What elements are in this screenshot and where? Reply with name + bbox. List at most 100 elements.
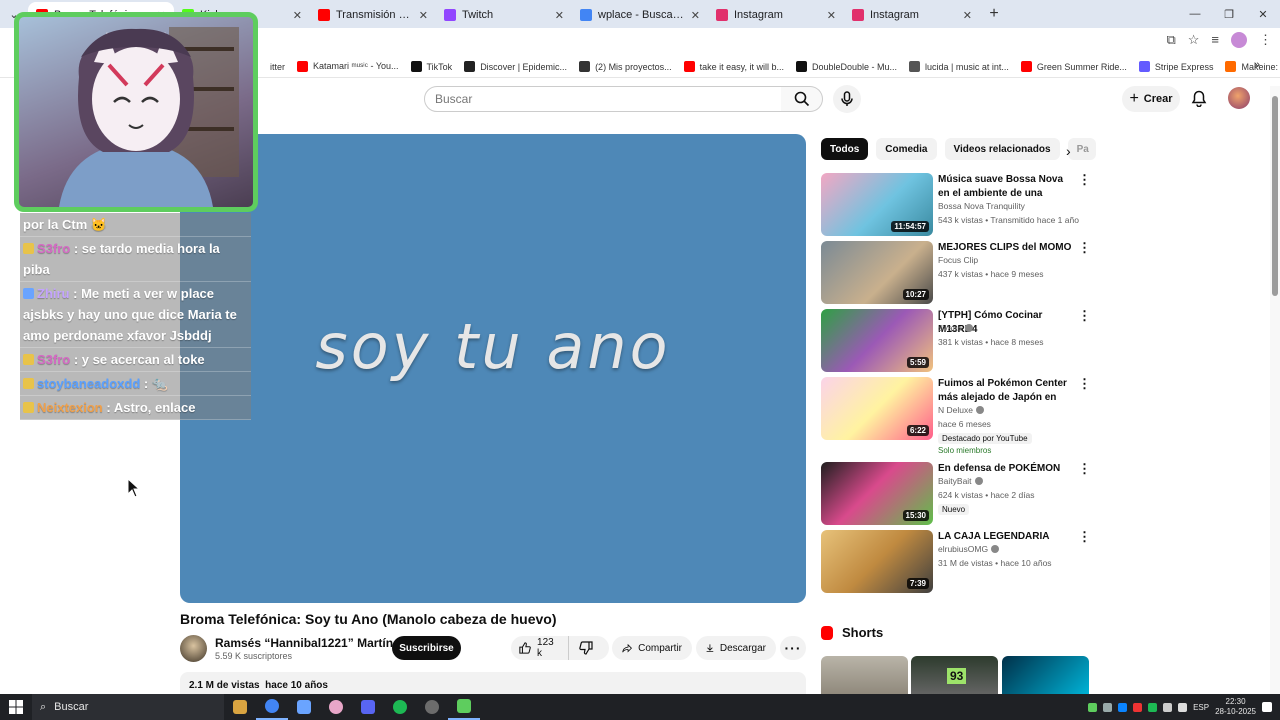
notifications-center-icon[interactable] bbox=[1262, 702, 1272, 712]
video-title[interactable]: Fuimos al Pokémon Center más alejado de … bbox=[938, 377, 1076, 405]
short-thumbnail[interactable] bbox=[821, 656, 908, 696]
channel-name[interactable]: Bossa Nova Tranquility bbox=[938, 201, 1025, 211]
tab-close-icon[interactable]: ✕ bbox=[963, 9, 972, 22]
recommended-video[interactable]: 15:30 En defensa de POKÉMON BaityBait 624 k… bbox=[821, 462, 1091, 526]
taskbar-app-icon[interactable] bbox=[448, 694, 480, 720]
bluetooth-icon[interactable] bbox=[1118, 702, 1128, 712]
browser-tab[interactable]: Twitch ✕ bbox=[436, 2, 572, 28]
bookmark-item[interactable]: take it easy, it will b... bbox=[683, 61, 784, 72]
profile-avatar[interactable] bbox=[1231, 32, 1247, 48]
install-app-icon[interactable]: ⧉ bbox=[1166, 32, 1175, 48]
channel-name[interactable]: BaityBait bbox=[938, 476, 972, 486]
channel-avatar[interactable] bbox=[180, 635, 207, 662]
more-options-icon[interactable]: ⋮ bbox=[1078, 241, 1091, 255]
start-button[interactable] bbox=[0, 694, 32, 720]
video-thumbnail[interactable]: 15:30 bbox=[821, 462, 933, 525]
language-indicator[interactable]: ESP bbox=[1193, 703, 1209, 712]
taskbar-app-icon[interactable] bbox=[256, 694, 288, 720]
more-options-icon[interactable]: ⋮ bbox=[1078, 462, 1091, 476]
short-thumbnail[interactable]: 93 bbox=[911, 656, 998, 696]
user-avatar[interactable] bbox=[1228, 87, 1250, 109]
minimize-button[interactable]: — bbox=[1178, 0, 1212, 28]
download-button[interactable]: Descargar bbox=[696, 636, 776, 660]
video-thumbnail[interactable]: 11:54:57 bbox=[821, 173, 933, 236]
subscribe-button[interactable]: Suscribirse bbox=[392, 636, 461, 660]
browser-tab[interactable]: Instagram ✕ bbox=[844, 2, 980, 28]
taskbar-app-icon[interactable] bbox=[320, 694, 352, 720]
recommended-video[interactable]: 6:22 Fuimos al Pokémon Center más alejado… bbox=[821, 377, 1091, 455]
wifi-icon[interactable] bbox=[1163, 702, 1173, 712]
recommended-video[interactable]: 7:39 LA CAJA LEGENDARIA elrubiusOMG 31 M de… bbox=[821, 530, 1091, 594]
bookmark-item[interactable]: Makeine: Too Many... bbox=[1225, 61, 1280, 72]
spotify-tray-icon[interactable] bbox=[1148, 702, 1158, 712]
channel-name[interactable]: N Deluxe bbox=[938, 405, 973, 415]
filter-chip[interactable]: Todos bbox=[821, 138, 869, 160]
channel-name[interactable]: dVaan bbox=[938, 323, 962, 333]
more-actions-button[interactable]: ··· bbox=[780, 636, 806, 660]
video-thumbnail[interactable]: 10:27 bbox=[821, 241, 933, 304]
short-thumbnail[interactable] bbox=[1002, 656, 1089, 696]
channel-name[interactable]: Focus Clip bbox=[938, 255, 978, 265]
video-thumbnail[interactable]: 7:39 bbox=[821, 530, 933, 593]
channel-name[interactable]: Ramsés “Hannibal1221” Martínez bbox=[215, 636, 406, 650]
bookmark-item[interactable]: DoubleDouble - Mu... bbox=[795, 61, 897, 72]
tab-close-icon[interactable]: ✕ bbox=[691, 9, 700, 22]
bookmark-item[interactable]: Discover | Epidemic... bbox=[464, 61, 567, 72]
tray-app-icon[interactable] bbox=[1088, 702, 1098, 712]
new-tab-button[interactable]: + bbox=[980, 5, 1008, 23]
tray-app-icon[interactable] bbox=[1103, 702, 1113, 712]
bookmark-item[interactable]: lucida | music at int... bbox=[909, 61, 1009, 72]
bookmark-item[interactable]: Green Summer Ride... bbox=[1020, 61, 1127, 72]
tray-app-icon[interactable] bbox=[1133, 702, 1143, 712]
video-thumbnail[interactable]: 5:59 bbox=[821, 309, 933, 372]
scrollbar-thumb[interactable] bbox=[1272, 96, 1278, 296]
taskbar-app-icon[interactable] bbox=[384, 694, 416, 720]
taskbar-app-icon[interactable] bbox=[352, 694, 384, 720]
taskbar-search[interactable]: ⌕ Buscar bbox=[32, 694, 224, 720]
share-button[interactable]: Compartir bbox=[612, 636, 692, 660]
taskbar-app-icon[interactable] bbox=[224, 694, 256, 720]
like-button[interactable]: 123 k bbox=[511, 636, 569, 660]
page-scrollbar[interactable] bbox=[1270, 86, 1280, 696]
bookmark-item[interactable]: itter bbox=[254, 61, 285, 72]
volume-icon[interactable] bbox=[1178, 702, 1188, 712]
bookmark-item[interactable]: (2) Mis proyectos... bbox=[579, 61, 672, 72]
video-player[interactable]: soy tu ano bbox=[180, 134, 806, 603]
video-title[interactable]: Música suave Bossa Nova en el ambiente d… bbox=[938, 173, 1076, 201]
search-button[interactable] bbox=[781, 86, 823, 112]
browser-menu-icon[interactable]: ⋮ bbox=[1259, 32, 1272, 48]
more-options-icon[interactable]: ⋮ bbox=[1078, 309, 1091, 323]
video-title[interactable]: LA CAJA LEGENDARIA bbox=[938, 530, 1076, 544]
recommended-video[interactable]: 5:59 [YTPH] Cómo Cocinar M13RD4 dVaan 381 k… bbox=[821, 309, 1091, 373]
browser-tab[interactable]: Transmisión en vivo - You ✕ bbox=[310, 2, 436, 28]
media-controls-icon[interactable]: ≡ bbox=[1211, 32, 1219, 48]
close-window-button[interactable]: ✕ bbox=[1246, 0, 1280, 28]
tab-close-icon[interactable]: ✕ bbox=[419, 9, 428, 22]
bookmark-star-icon[interactable]: ☆ bbox=[1188, 32, 1200, 48]
tab-close-icon[interactable]: ✕ bbox=[555, 9, 564, 22]
restore-button[interactable]: ❐ bbox=[1212, 0, 1246, 28]
more-options-icon[interactable]: ⋮ bbox=[1078, 377, 1091, 391]
bookmark-item[interactable]: TikTok bbox=[410, 61, 452, 72]
bookmark-item[interactable]: Katamari ᵐᵘˢⁱᶜ - You... bbox=[297, 61, 399, 72]
clock[interactable]: 22:30 28-10-2025 bbox=[1215, 697, 1256, 717]
dislike-button[interactable] bbox=[569, 636, 609, 660]
taskbar-app-icon[interactable] bbox=[288, 694, 320, 720]
browser-tab[interactable]: wplace - Buscar con Goo ✕ bbox=[572, 2, 708, 28]
notifications-button[interactable] bbox=[1191, 90, 1207, 112]
bookmark-item[interactable]: Stripe Express bbox=[1138, 61, 1213, 72]
create-button[interactable]: + Crear bbox=[1122, 86, 1180, 112]
filter-chip[interactable]: Videos relacionados bbox=[944, 138, 1060, 160]
search-input[interactable]: Buscar bbox=[424, 86, 782, 112]
chips-next-icon[interactable]: › bbox=[1066, 143, 1071, 159]
tab-close-icon[interactable]: ✕ bbox=[293, 9, 302, 22]
voice-search-button[interactable] bbox=[833, 85, 861, 113]
taskbar-app-icon[interactable] bbox=[416, 694, 448, 720]
video-title[interactable]: MEJORES CLIPS del MOMO bbox=[938, 241, 1076, 255]
bookmarks-more-icon[interactable]: » bbox=[1254, 59, 1260, 71]
recommended-video[interactable]: 11:54:57 Música suave Bossa Nova en el am… bbox=[821, 173, 1091, 237]
tab-close-icon[interactable]: ✕ bbox=[827, 9, 836, 22]
channel-name[interactable]: elrubiusOMG bbox=[938, 544, 988, 554]
recommended-video[interactable]: 10:27 MEJORES CLIPS del MOMO Focus Clip 437… bbox=[821, 241, 1091, 305]
filter-chip[interactable]: Pa bbox=[1067, 138, 1096, 160]
